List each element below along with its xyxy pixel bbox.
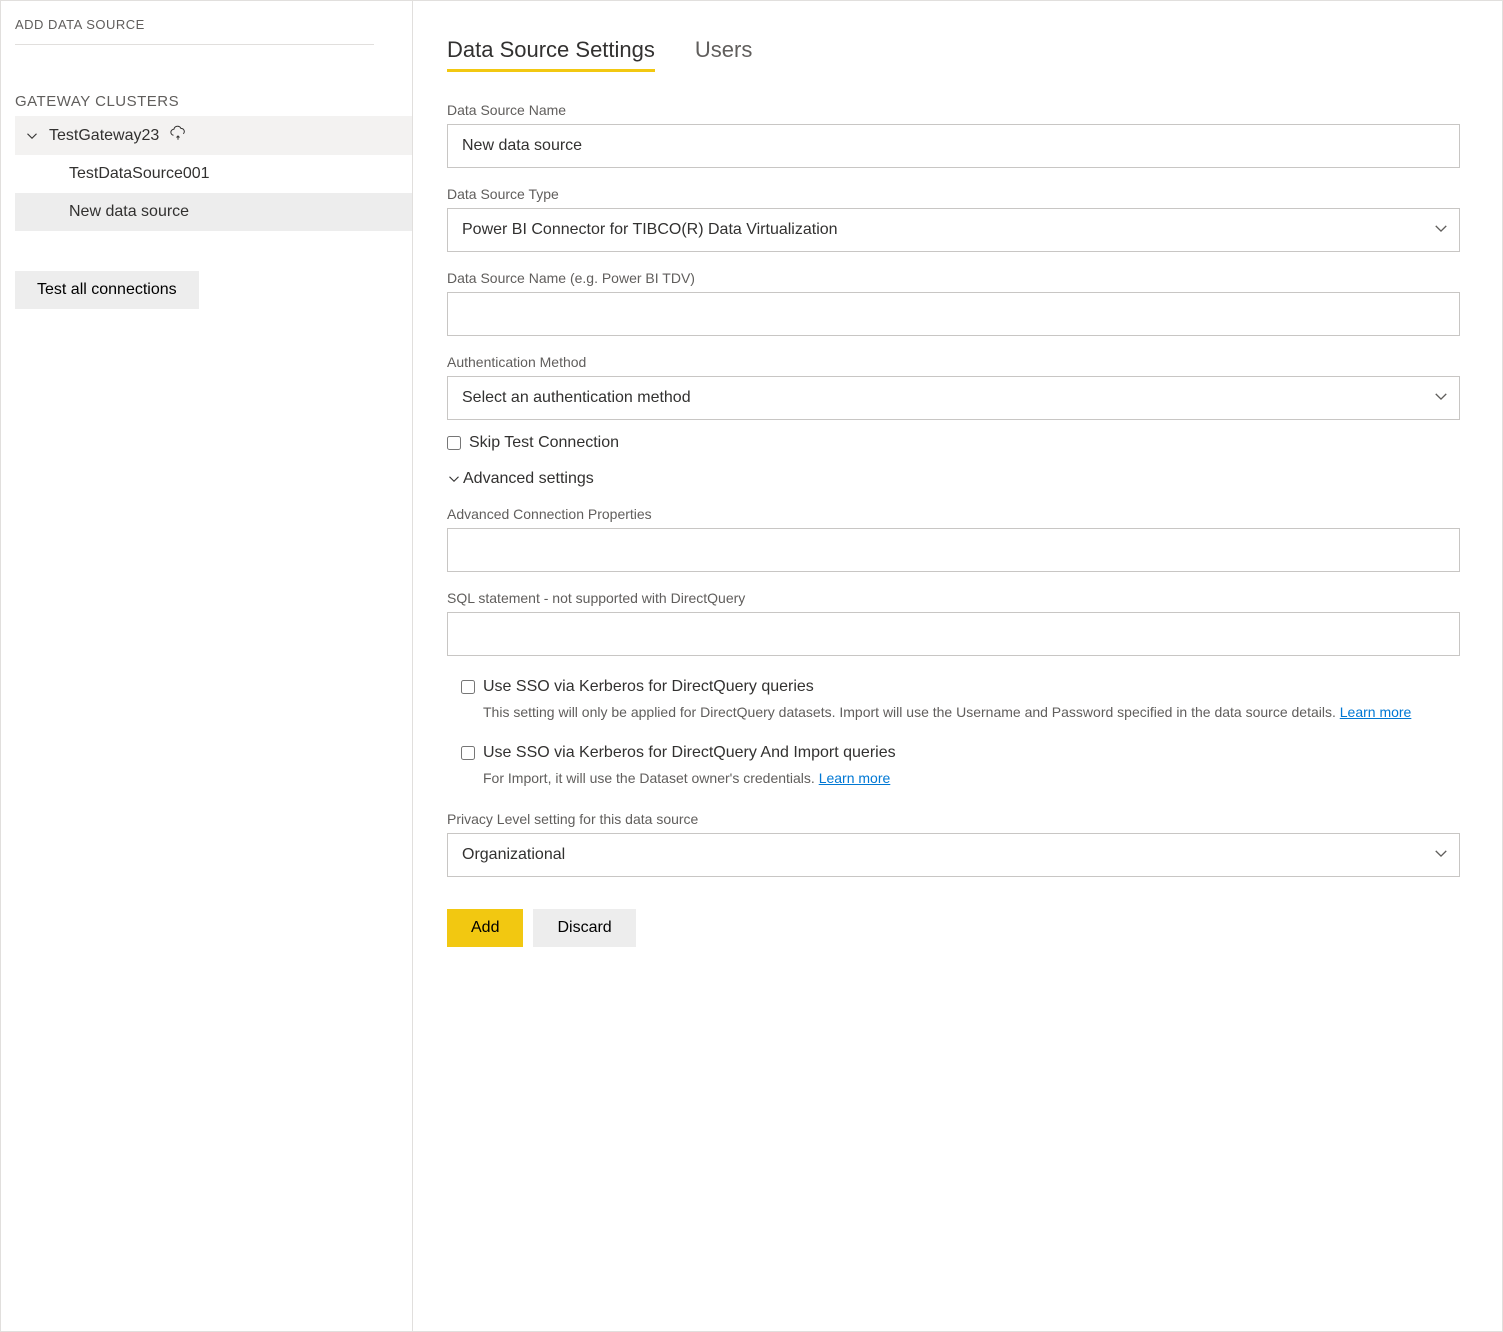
sso-dq-import-label: Use SSO via Kerberos for DirectQuery And… <box>483 744 896 762</box>
privacy-select[interactable]: Organizational <box>447 833 1460 877</box>
learn-more-link[interactable]: Learn more <box>819 770 891 786</box>
advanced-toggle-label: Advanced settings <box>463 470 594 488</box>
gateway-node[interactable]: TestGateway23 <box>15 116 412 155</box>
sso-dq-label: Use SSO via Kerberos for DirectQuery que… <box>483 678 814 696</box>
ds-name-label: Data Source Name <box>447 102 1460 118</box>
sql-input[interactable] <box>447 612 1460 656</box>
adv-conn-input[interactable] <box>447 528 1460 572</box>
adv-conn-label: Advanced Connection Properties <box>447 506 1460 522</box>
datasource-item[interactable]: TestDataSource001 <box>15 155 412 193</box>
ds-name2-label: Data Source Name (e.g. Power BI TDV) <box>447 270 1460 286</box>
ds-type-select-wrap: Power BI Connector for TIBCO(R) Data Vir… <box>447 208 1460 252</box>
sso-block-2: Use SSO via Kerberos for DirectQuery And… <box>447 744 1460 788</box>
datasource-item[interactable]: New data source <box>15 193 412 231</box>
auth-method-label: Authentication Method <box>447 354 1460 370</box>
sso-dq-import-checkbox[interactable] <box>461 746 475 760</box>
skip-test-label: Skip Test Connection <box>469 434 619 452</box>
test-connections-button[interactable]: Test all connections <box>15 271 199 309</box>
sso-block-1: Use SSO via Kerberos for DirectQuery que… <box>447 678 1460 722</box>
gateway-name: TestGateway23 <box>49 127 159 145</box>
sso-dq-checkbox[interactable] <box>461 680 475 694</box>
add-button[interactable]: Add <box>447 909 523 947</box>
learn-more-link[interactable]: Learn more <box>1340 704 1412 720</box>
app-root: ADD DATA SOURCE GATEWAY CLUSTERS TestGat… <box>0 0 1503 1332</box>
tab-users[interactable]: Users <box>695 37 752 72</box>
sidebar: ADD DATA SOURCE GATEWAY CLUSTERS TestGat… <box>1 1 413 1331</box>
discard-button[interactable]: Discard <box>533 909 635 947</box>
sql-label: SQL statement - not supported with Direc… <box>447 590 1460 606</box>
cloud-sync-icon <box>169 124 187 147</box>
privacy-select-wrap: Organizational <box>447 833 1460 877</box>
sso-dq-hint: This setting will only be applied for Di… <box>461 702 1460 722</box>
skip-test-checkbox[interactable] <box>447 436 461 450</box>
datasource-list: TestDataSource001 New data source <box>15 155 412 231</box>
advanced-toggle[interactable]: Advanced settings <box>447 470 1460 488</box>
auth-method-value: Select an authentication method <box>462 389 691 407</box>
sso-dq-import-hint: For Import, it will use the Dataset owne… <box>461 768 1460 788</box>
ds-type-label: Data Source Type <box>447 186 1460 202</box>
main-panel: Data Source Settings Users Data Source N… <box>413 1 1502 1331</box>
ds-type-select[interactable]: Power BI Connector for TIBCO(R) Data Vir… <box>447 208 1460 252</box>
chevron-down-icon <box>447 472 461 486</box>
auth-select-wrap: Select an authentication method <box>447 376 1460 420</box>
privacy-value: Organizational <box>462 846 565 864</box>
gateway-clusters-title: GATEWAY CLUSTERS <box>15 93 412 110</box>
privacy-label: Privacy Level setting for this data sour… <box>447 811 1460 827</box>
tab-settings[interactable]: Data Source Settings <box>447 37 655 72</box>
ds-name2-input[interactable] <box>447 292 1460 336</box>
skip-test-row: Skip Test Connection <box>447 434 1460 452</box>
auth-method-select[interactable]: Select an authentication method <box>447 376 1460 420</box>
sidebar-header: ADD DATA SOURCE <box>15 17 374 45</box>
button-row: Add Discard <box>447 909 1460 947</box>
ds-type-value: Power BI Connector for TIBCO(R) Data Vir… <box>462 221 838 239</box>
ds-name-input[interactable] <box>447 124 1460 168</box>
tabs: Data Source Settings Users <box>447 37 1460 72</box>
chevron-down-icon <box>25 129 39 143</box>
